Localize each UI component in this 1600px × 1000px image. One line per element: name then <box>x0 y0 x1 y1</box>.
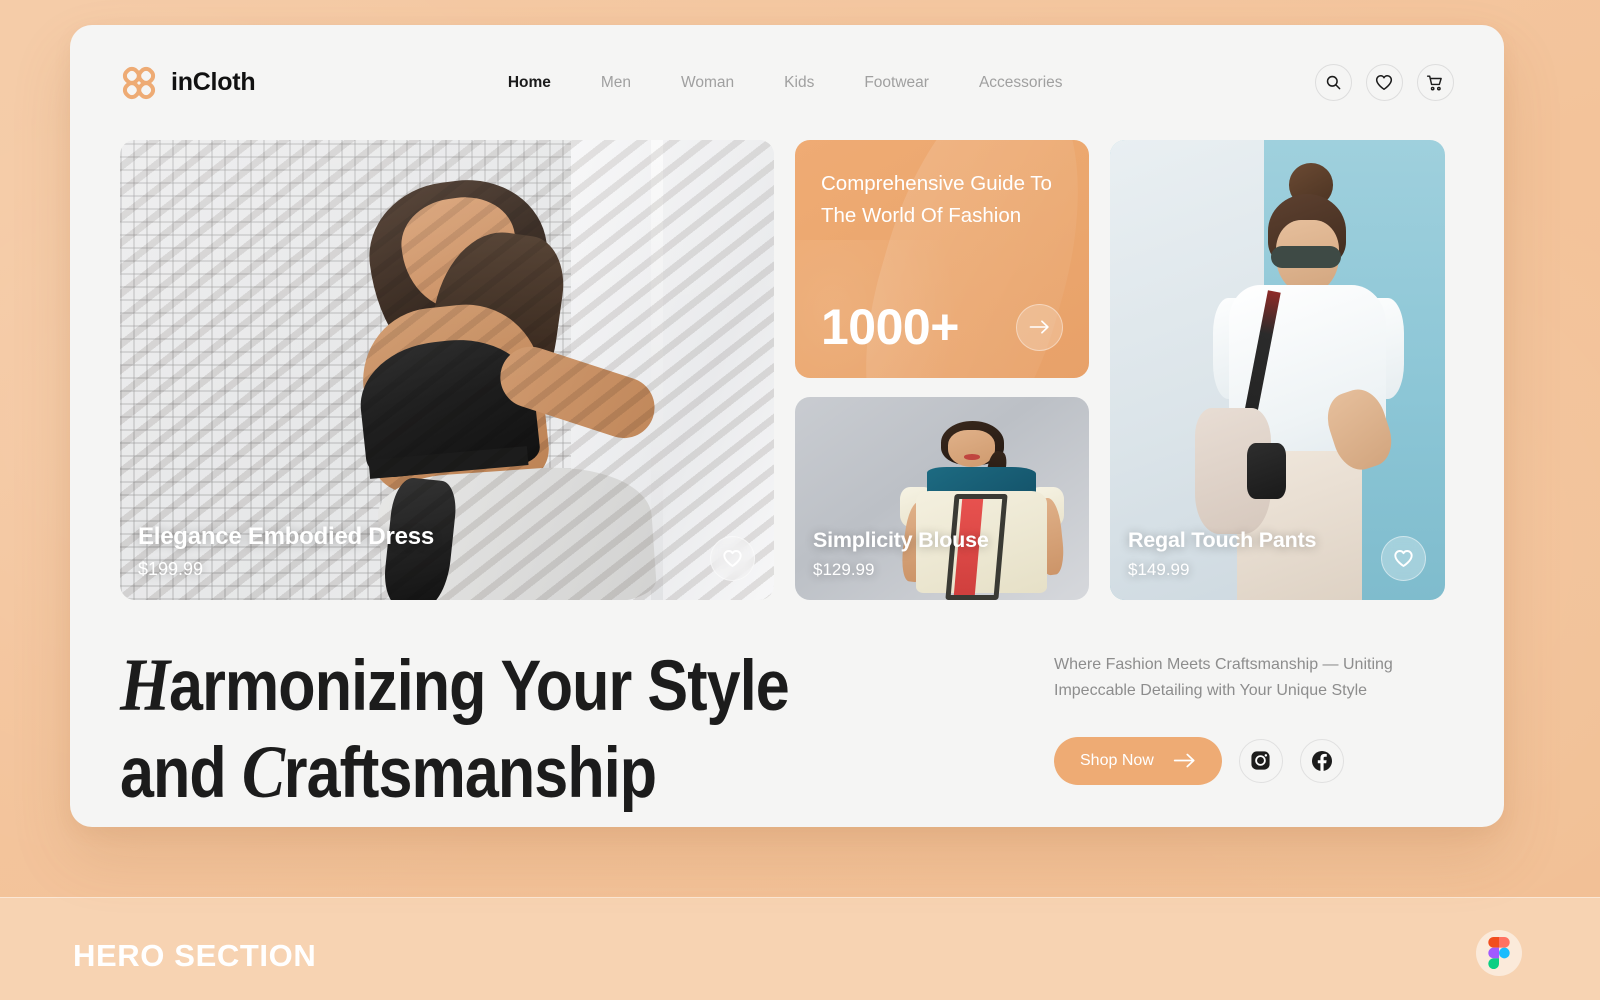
headline-line-2-pre: and <box>120 734 242 814</box>
gallery-column-right: Regal Touch Pants $149.99 <box>1110 140 1445 600</box>
cart-icon <box>1427 74 1443 90</box>
wishlist-button[interactable] <box>1365 64 1403 101</box>
search-button[interactable] <box>1314 64 1352 101</box>
facebook-button[interactable] <box>1299 738 1344 783</box>
instagram-icon <box>1251 751 1270 770</box>
product-caption: Simplicity Blouse $129.99 <box>795 511 1089 600</box>
promo-card[interactable]: Comprehensive Guide To The World Of Fash… <box>795 140 1089 378</box>
product-title: Elegance Embodied Dress <box>138 522 434 550</box>
product-gallery: Elegance Embodied Dress $199.99 Comprehe… <box>70 140 1504 600</box>
hero-actions: Shop Now <box>1054 736 1454 785</box>
arrow-right-icon <box>1029 320 1049 334</box>
app-window: inCloth Home Men Woman Kids Footwear Acc… <box>70 25 1504 827</box>
heart-icon <box>1376 75 1393 90</box>
hero-headline-line-1: Harmonizing Your Style <box>120 642 889 729</box>
favorite-button[interactable] <box>1381 536 1426 581</box>
brand-logo[interactable]: inCloth <box>120 64 256 102</box>
nav-item-accessories[interactable]: Accessories <box>979 74 1063 92</box>
hero-cta-block: Where Fashion Meets Craftsmanship — Unit… <box>1054 642 1454 817</box>
shop-now-label: Shop Now <box>1080 751 1154 769</box>
product-title: Simplicity Blouse <box>813 528 989 553</box>
brand-name: inCloth <box>171 68 256 96</box>
gallery-column-middle: Comprehensive Guide To The World Of Fash… <box>795 140 1089 600</box>
arrow-right-icon <box>1173 753 1195 768</box>
heart-icon <box>723 550 742 567</box>
headline-swash-h: H <box>120 644 170 727</box>
header-actions <box>1314 64 1454 101</box>
nav-item-home[interactable]: Home <box>508 74 551 92</box>
product-card-regal-touch-pants[interactable]: Regal Touch Pants $149.99 <box>1110 140 1445 600</box>
product-title: Regal Touch Pants <box>1128 528 1317 553</box>
facebook-icon <box>1311 750 1332 772</box>
headline-swash-c: C <box>241 731 285 815</box>
hero-headline-block: Harmonizing Your Style and Craftsmanship <box>120 642 1014 817</box>
product-price: $149.99 <box>1128 560 1190 579</box>
site-header: inCloth Home Men Woman Kids Footwear Acc… <box>70 25 1504 140</box>
cart-button[interactable] <box>1416 64 1454 101</box>
promo-footer: 1000+ <box>821 302 1063 352</box>
figma-icon <box>1488 937 1510 969</box>
favorite-button[interactable] <box>710 536 755 581</box>
nav-item-kids[interactable]: Kids <box>784 74 814 92</box>
promo-arrow-button[interactable] <box>1016 303 1063 351</box>
gallery-column-main: Elegance Embodied Dress $199.99 <box>120 140 774 600</box>
headline-line-1-rest: armonizing Your Style <box>169 647 790 726</box>
hero-section-label: HERO SECTION <box>73 938 317 973</box>
promo-count: 1000+ <box>821 299 959 355</box>
search-icon <box>1326 75 1341 90</box>
hero-subcopy: Where Fashion Meets Craftsmanship — Unit… <box>1054 656 1393 699</box>
product-card-elegance-embodied-dress[interactable]: Elegance Embodied Dress $199.99 <box>120 140 774 600</box>
nav-item-woman[interactable]: Woman <box>681 74 734 92</box>
product-price: $199.99 <box>138 559 204 579</box>
clover-logo-icon <box>122 66 156 99</box>
product-caption: Elegance Embodied Dress $199.99 <box>120 506 774 600</box>
product-card-simplicity-blouse[interactable]: Simplicity Blouse $129.99 <box>795 397 1089 600</box>
nav-item-footwear[interactable]: Footwear <box>864 74 929 92</box>
headline-line-2-rest: raftsmanship <box>283 734 657 814</box>
instagram-button[interactable] <box>1238 738 1283 783</box>
hero-section: Harmonizing Your Style and Craftsmanship… <box>70 600 1504 817</box>
heart-icon <box>1394 550 1413 567</box>
nav-item-men[interactable]: Men <box>601 74 631 92</box>
promo-heading: Comprehensive Guide To The World Of Fash… <box>821 172 1052 227</box>
product-price: $129.99 <box>813 560 875 579</box>
hero-headline-line-2: and Craftsmanship <box>120 729 889 816</box>
figma-badge <box>1476 930 1522 976</box>
shop-now-button[interactable]: Shop Now <box>1054 736 1222 785</box>
main-navigation: Home Men Woman Kids Footwear Accessories <box>508 74 1063 92</box>
